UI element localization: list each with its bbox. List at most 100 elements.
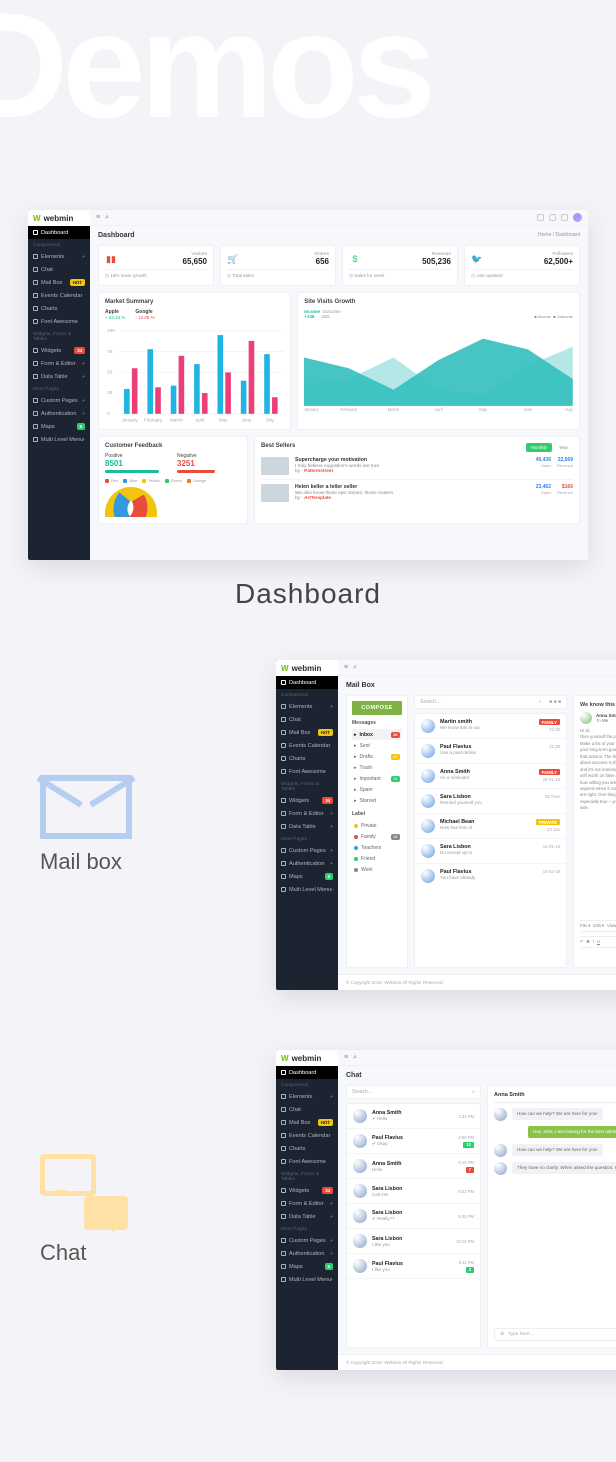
search-icon[interactable]: ⌕ — [353, 1054, 357, 1062]
brand-logo[interactable]: Wwebmin — [28, 210, 90, 226]
chat-person-row[interactable]: Sara Lisbon✔ Really?? 9:45 PM — [347, 1204, 480, 1229]
mail-message-row[interactable]: Paul FlaviusUse a past defeat 21:30 — [415, 739, 566, 764]
topbar: ≡ ⌕ — [338, 1050, 616, 1066]
sidebar-item[interactable]: Charts — [28, 302, 90, 315]
sidebar-item[interactable]: Widgets34 — [276, 794, 338, 807]
mail-folder[interactable]: ▸Trash — [352, 762, 402, 773]
sidebar-item[interactable]: Data Table+ — [28, 370, 90, 383]
avatar — [494, 1144, 507, 1157]
mail-folder[interactable]: ▸Important 15 — [352, 773, 402, 784]
sidebar-item[interactable]: Chat — [28, 263, 90, 276]
brand-logo[interactable]: Wwebmin — [276, 1050, 338, 1066]
menu-icon[interactable]: ≡ — [96, 214, 100, 221]
message-input[interactable]: ⊕ Type here… ☺ 📎 ✈ — [494, 1328, 616, 1341]
sidebar-item[interactable]: Font Awesome — [276, 765, 338, 778]
editor-toolbar[interactable]: File ▾ Edit ▾ View — [580, 920, 616, 932]
mail-label[interactable]: Private — [352, 820, 402, 831]
avatar — [353, 1134, 367, 1148]
sidebar-item[interactable]: Authentication+ — [276, 1247, 338, 1260]
sidebar-item[interactable]: Chat — [276, 713, 338, 726]
format-toolbar[interactable]: ↶ B I U — [580, 936, 616, 948]
sidebar-item[interactable]: Widgets34 — [276, 1184, 338, 1197]
sidebar-item[interactable]: Font Awesome — [276, 1155, 338, 1168]
sidebar-item[interactable]: Mail BoxHOT — [28, 276, 90, 289]
share-icon[interactable] — [549, 214, 556, 221]
dollar-icon: $ — [349, 253, 361, 265]
chat-person-row[interactable]: Anna SmithHello 5:15 PM7 — [347, 1154, 480, 1179]
chat-message: How can we help? We are here for you! — [494, 1144, 616, 1157]
sidebar-item[interactable]: Custom Pages+ — [276, 1234, 338, 1247]
sidebar-item[interactable]: Multi Level Menu+ — [276, 1273, 338, 1286]
sidebar-item[interactable]: Font Awesome — [28, 315, 90, 328]
mail-label[interactable]: Teachers — [352, 842, 402, 853]
avatar[interactable] — [573, 213, 582, 222]
topbar: ≡ ⌕ — [90, 210, 588, 226]
sidebar-item[interactable]: Widgets34 — [28, 344, 90, 357]
sidebar-item[interactable]: Multi Level Menu+ — [28, 433, 90, 446]
chat-person-row[interactable]: Paul Flavius✔ Okay 4:00 PM12 — [347, 1129, 480, 1154]
mail-folder[interactable]: ▸Drafts 40 — [352, 751, 402, 762]
mail-message-row[interactable]: Sara LisbonDo except up to 12-01-18 — [415, 839, 566, 864]
sidebar-item[interactable]: Form & Editor+ — [276, 1197, 338, 1210]
sidebar-item[interactable]: Events Calendar — [276, 739, 338, 752]
best-sellers-tabs[interactable]: Monthly Year — [526, 443, 573, 452]
brand-logo[interactable]: Wwebmin — [276, 660, 338, 676]
chat-person-row[interactable]: Paul FlaviusI like you 9:11 PM3 — [347, 1254, 480, 1279]
sidebar-item[interactable]: Authentication+ — [276, 857, 338, 870]
sidebar-item[interactable]: Maps6 — [276, 870, 338, 883]
menu-icon[interactable]: ≡ — [344, 1054, 348, 1061]
sidebar-item-dashboard[interactable]: Dashboard — [276, 676, 338, 689]
sidebar-item[interactable]: Data Table+ — [276, 1210, 338, 1223]
sidebar-item[interactable]: Chat — [276, 1103, 338, 1116]
search-icon[interactable]: ⌕ — [353, 664, 357, 672]
mail-message-row[interactable]: Sara LisbonRemind yourself you 15 Tues — [415, 789, 566, 814]
sidebar-item-dashboard[interactable]: Dashboard — [276, 1066, 338, 1079]
sidebar-item[interactable]: Mail BoxHOT — [276, 726, 338, 739]
mail-label[interactable]: Family 18 — [352, 831, 402, 842]
fullscreen-icon[interactable] — [537, 214, 544, 221]
sidebar-item[interactable]: Authentication+ — [28, 407, 90, 420]
sidebar-item[interactable]: Mail BoxHOT — [276, 1116, 338, 1129]
mail-message-row[interactable]: Paul FlaviusYou have already 14-02-18 — [415, 864, 566, 888]
sidebar-item[interactable]: Events Calendar — [28, 289, 90, 302]
mail-folder[interactable]: ▸Sent — [352, 740, 402, 751]
sidebar-item[interactable]: Charts — [276, 1142, 338, 1155]
mailbox-section-label: Mail box — [40, 849, 132, 875]
mail-folder[interactable]: ▸Starred — [352, 795, 402, 806]
search-icon[interactable]: ⌕ — [105, 214, 109, 222]
conversation-with: Anna Smith — [494, 1092, 616, 1103]
sidebar-item[interactable]: Custom Pages+ — [28, 394, 90, 407]
notifications-icon[interactable] — [561, 214, 568, 221]
sidebar-item[interactable]: Form & Editor+ — [276, 807, 338, 820]
menu-icon[interactable]: ≡ — [344, 664, 348, 671]
mail-folder[interactable]: ▸Inbox 16 — [352, 729, 402, 740]
mail-search[interactable]: Search…⌕ ■ ■ ■ — [414, 695, 567, 709]
sidebar-item[interactable]: Maps6 — [276, 1260, 338, 1273]
chat-person-row[interactable]: Sara LisbonI like you 10:18 PM — [347, 1229, 480, 1254]
mail-label[interactable]: Friend — [352, 853, 402, 864]
sidebar-item[interactable]: Elements+ — [276, 700, 338, 713]
sidebar-item[interactable]: Maps6 — [28, 420, 90, 433]
mail-message-row[interactable]: Anna SmithAs a motivator FAMILY25-01-18 — [415, 764, 566, 789]
sidebar-item[interactable]: Custom Pages+ — [276, 844, 338, 857]
sidebar-item[interactable]: Events Calendar — [276, 1129, 338, 1142]
mail-message-row[interactable]: Martin smithWe know this in our FAMILY22… — [415, 714, 566, 739]
best-seller-row[interactable]: Supercharge your motivationI truly belie… — [261, 453, 573, 479]
market-summary-title: Market Summary — [105, 299, 284, 305]
mail-message-row[interactable]: Michael BeanHow has fear of PRIVATE23 Ja… — [415, 814, 566, 839]
sidebar-item[interactable]: Data Table+ — [276, 820, 338, 833]
sidebar-item[interactable]: Form & Editor+ — [28, 357, 90, 370]
best-seller-row[interactable]: Helen keller a teller sellerWe also know… — [261, 479, 573, 506]
sidebar-item[interactable]: Multi Level Menu+ — [276, 883, 338, 896]
mail-label[interactable]: Work — [352, 864, 402, 875]
avatar — [353, 1234, 367, 1248]
sidebar-item[interactable]: Charts — [276, 752, 338, 765]
mail-folder[interactable]: ▸Spam — [352, 784, 402, 795]
chat-person-row[interactable]: Anna Smith✔ Hello 2:34 PM — [347, 1104, 480, 1129]
compose-button[interactable]: COMPOSE — [352, 701, 402, 715]
chat-person-row[interactable]: Sara LisbonCall me! 8:52 PM — [347, 1179, 480, 1204]
sidebar-item[interactable]: Elements+ — [28, 250, 90, 263]
sidebar-item-dashboard[interactable]: Dashboard — [28, 226, 90, 239]
chat-search[interactable]: Search…⌕ — [346, 1085, 481, 1099]
sidebar-item[interactable]: Elements+ — [276, 1090, 338, 1103]
